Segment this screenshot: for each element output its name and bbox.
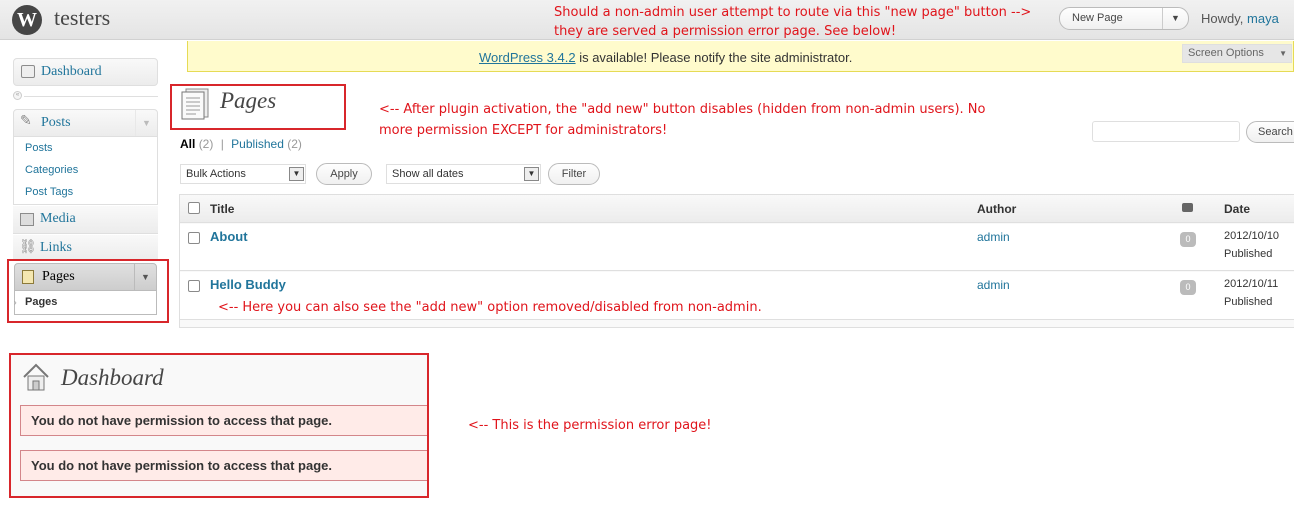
submenu-posts[interactable]: Posts [25, 142, 53, 154]
submenu-post-tags[interactable]: Post Tags [25, 186, 73, 198]
links-label: Links [40, 240, 72, 255]
media-label: Media [40, 211, 76, 226]
column-author: Author [977, 202, 1017, 216]
update-notice-text: WordPress 3.4.2 is available! Please not… [479, 50, 852, 65]
column-date[interactable]: Date [1224, 202, 1250, 216]
howdy-prefix: Howdy, [1201, 11, 1244, 26]
table-row [180, 224, 1294, 271]
media-icon [20, 213, 34, 226]
comment-count-badge[interactable]: 0 [1180, 280, 1196, 295]
dashboard-label: Dashboard [41, 64, 102, 79]
screen-options-label: Screen Options [1188, 47, 1264, 59]
links-icon: ⛓ [19, 240, 37, 255]
site-name[interactable]: testers [54, 5, 110, 31]
filter-button[interactable]: Filter [548, 163, 600, 185]
chevron-down-icon: ▼ [524, 167, 539, 181]
table-header [180, 195, 1294, 223]
howdy-greeting[interactable]: Howdy, maya [1201, 11, 1279, 26]
row-checkbox[interactable] [188, 280, 200, 292]
pushpin-icon: ✎ [20, 114, 32, 129]
wordpress-logo-icon[interactable]: W [12, 5, 42, 35]
username[interactable]: maya [1247, 11, 1279, 26]
update-link[interactable]: WordPress 3.4.2 [479, 50, 576, 65]
dashboard-icon [21, 65, 35, 78]
annotation-row-note: <-- Here you can also see the "add new" … [218, 300, 762, 315]
search-button-label: Search [1258, 126, 1293, 138]
filter-published-count: (2) [287, 137, 302, 151]
filter-all[interactable]: All [180, 137, 195, 151]
row-author[interactable]: admin [977, 278, 1010, 292]
annotation-top-line2: they are served a permission error page.… [554, 24, 897, 39]
date-filter-value: Show all dates [392, 168, 464, 180]
bulk-actions-value: Bulk Actions [186, 168, 246, 180]
chevron-down-icon: ▼ [1279, 49, 1287, 58]
filter-separator: | [220, 137, 224, 151]
filter-published[interactable]: Published [231, 137, 284, 151]
comment-count-badge[interactable]: 0 [1180, 232, 1196, 247]
annotation-error-note: <-- This is the permission error page! [468, 418, 712, 433]
update-message: is available! Please notify the site adm… [575, 50, 853, 65]
annotation-pages-line1: <-- After plugin activation, the "add ne… [379, 102, 986, 117]
row-date: 2012/10/10 [1224, 230, 1280, 242]
filter-all-count: (2) [198, 137, 214, 151]
new-page-label: New Page [1072, 12, 1123, 24]
annotation-box-pages-title [170, 84, 346, 130]
sidebar-item-dashboard[interactable]: Dashboard [13, 58, 158, 86]
chevron-down-icon[interactable]: ▼ [1162, 8, 1188, 29]
submenu-categories[interactable]: Categories [25, 164, 78, 176]
posts-toggle-arrow-icon[interactable]: ▼ [135, 110, 157, 136]
bulk-actions-select[interactable]: Bulk Actions ▼ [180, 164, 306, 184]
search-input[interactable] [1092, 121, 1240, 142]
annotation-top-line1: Should a non-admin user attempt to route… [554, 5, 1032, 20]
new-page-button[interactable]: New Page ▼ [1059, 7, 1189, 30]
apply-label: Apply [330, 168, 358, 180]
row-title[interactable]: About [210, 229, 248, 244]
filter-label: Filter [561, 168, 587, 180]
row-title[interactable]: Hello Buddy [210, 277, 286, 292]
status-filters: All (2) | Published (2) [180, 137, 302, 151]
posts-label: Posts [41, 115, 71, 130]
chevron-down-icon: ▼ [289, 167, 304, 181]
annotation-box-error-page [9, 353, 429, 498]
select-all-checkbox[interactable] [188, 202, 200, 214]
row-status: Published [1224, 248, 1273, 260]
sidebar-item-media[interactable]: Media [13, 206, 158, 234]
annotation-box-pages-menu [7, 259, 169, 323]
collapse-menu-icon[interactable]: « [13, 91, 22, 100]
search-button[interactable]: Search [1246, 121, 1294, 143]
sidebar-item-posts[interactable]: ✎ Posts ▼ [13, 109, 158, 137]
column-title[interactable]: Title [210, 202, 234, 216]
menu-separator [24, 96, 158, 97]
row-checkbox[interactable] [188, 232, 200, 244]
comments-column-icon[interactable] [1182, 203, 1193, 212]
annotation-pages-line2: more permission EXCEPT for administrator… [379, 123, 668, 138]
row-date: 2012/10/11 [1224, 278, 1279, 290]
sidebar-item-links[interactable]: ⛓ Links [13, 235, 158, 261]
screen-options-tab[interactable]: Screen Options ▼ [1182, 44, 1292, 63]
date-filter-select[interactable]: Show all dates ▼ [386, 164, 541, 184]
row-author[interactable]: admin [977, 230, 1010, 244]
row-status: Published [1224, 296, 1273, 308]
apply-button[interactable]: Apply [316, 163, 372, 185]
